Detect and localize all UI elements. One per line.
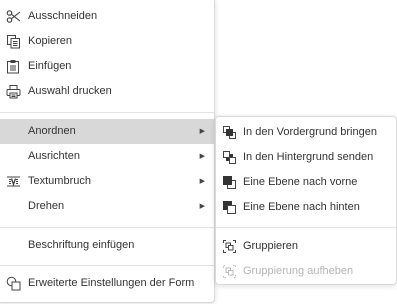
bring-to-front-icon bbox=[222, 125, 237, 140]
shape-settings-icon bbox=[6, 276, 21, 291]
menu-item-arrange[interactable]: Anordnen ▶ bbox=[0, 119, 214, 144]
submenu-item-send-backward[interactable]: Eine Ebene nach hinten bbox=[216, 195, 396, 220]
menu-item-cut[interactable]: Ausschneiden bbox=[0, 4, 214, 29]
text-wrap-icon bbox=[6, 174, 21, 189]
menu-item-label: Erweiterte Einstellungen der Form bbox=[28, 277, 195, 289]
menu-separator bbox=[0, 112, 214, 113]
submenu-item-bring-forward[interactable]: Eine Ebene nach vorne bbox=[216, 170, 396, 195]
menu-item-label: Ausschneiden bbox=[28, 10, 98, 22]
menu-item-label: Drehen bbox=[28, 200, 65, 212]
context-menu: Ausschneiden Kopieren Einfügen Auswahl d… bbox=[0, 0, 215, 303]
submenu-item-ungroup: Gruppierung aufheben bbox=[216, 259, 396, 284]
paste-icon bbox=[6, 59, 21, 74]
menu-item-label: Auswahl drucken bbox=[28, 85, 112, 97]
menu-item-advanced-shape-settings[interactable]: Erweiterte Einstellungen der Form bbox=[0, 271, 214, 296]
submenu-item-label: In den Hintergrund senden bbox=[243, 151, 374, 163]
submenu-item-group[interactable]: Gruppieren bbox=[216, 234, 396, 259]
menu-item-print-selection[interactable]: Auswahl drucken bbox=[0, 79, 214, 104]
ungroup-icon bbox=[222, 264, 237, 279]
menu-item-label: Anordnen bbox=[28, 125, 76, 137]
menu-item-label: Beschriftung einfügen bbox=[28, 239, 135, 251]
menu-item-text-wrap[interactable]: Textumbruch ▶ bbox=[0, 169, 214, 194]
submenu-item-send-to-back[interactable]: In den Hintergrund senden bbox=[216, 145, 396, 170]
menu-item-label: Kopieren bbox=[28, 35, 73, 47]
menu-item-rotate[interactable]: Drehen ▶ bbox=[0, 194, 214, 219]
printer-icon bbox=[6, 84, 21, 99]
submenu-item-bring-to-front[interactable]: In den Vordergrund bringen bbox=[216, 120, 396, 145]
copy-icon bbox=[6, 34, 21, 49]
submenu-item-label: Gruppieren bbox=[243, 240, 299, 252]
scissors-icon bbox=[6, 9, 21, 24]
submenu-item-label: Eine Ebene nach vorne bbox=[243, 176, 358, 188]
arrange-submenu: In den Vordergrund bringen In den Hinter… bbox=[215, 116, 397, 285]
submenu-arrow-icon: ▶ bbox=[199, 153, 205, 160]
menu-item-copy[interactable]: Kopieren bbox=[0, 29, 214, 54]
menu-item-label: Textumbruch bbox=[28, 175, 91, 187]
submenu-arrow-icon: ▶ bbox=[199, 128, 205, 135]
menu-item-insert-caption[interactable]: Beschriftung einfügen bbox=[0, 233, 214, 258]
menu-separator bbox=[0, 265, 214, 266]
menu-item-label: Einfügen bbox=[28, 60, 72, 72]
menu-item-paste[interactable]: Einfügen bbox=[0, 54, 214, 79]
menu-item-label: Ausrichten bbox=[28, 150, 80, 162]
menu-separator bbox=[216, 227, 396, 228]
submenu-item-label: In den Vordergrund bringen bbox=[243, 126, 377, 138]
submenu-item-label: Gruppierung aufheben bbox=[243, 265, 354, 277]
submenu-arrow-icon: ▶ bbox=[199, 203, 205, 210]
menu-item-align[interactable]: Ausrichten ▶ bbox=[0, 144, 214, 169]
submenu-arrow-icon: ▶ bbox=[199, 178, 205, 185]
send-to-back-icon bbox=[222, 150, 237, 165]
menu-separator bbox=[0, 227, 214, 228]
send-backward-icon bbox=[222, 200, 237, 215]
submenu-item-label: Eine Ebene nach hinten bbox=[243, 201, 360, 213]
bring-forward-icon bbox=[222, 175, 237, 190]
group-icon bbox=[222, 239, 237, 254]
